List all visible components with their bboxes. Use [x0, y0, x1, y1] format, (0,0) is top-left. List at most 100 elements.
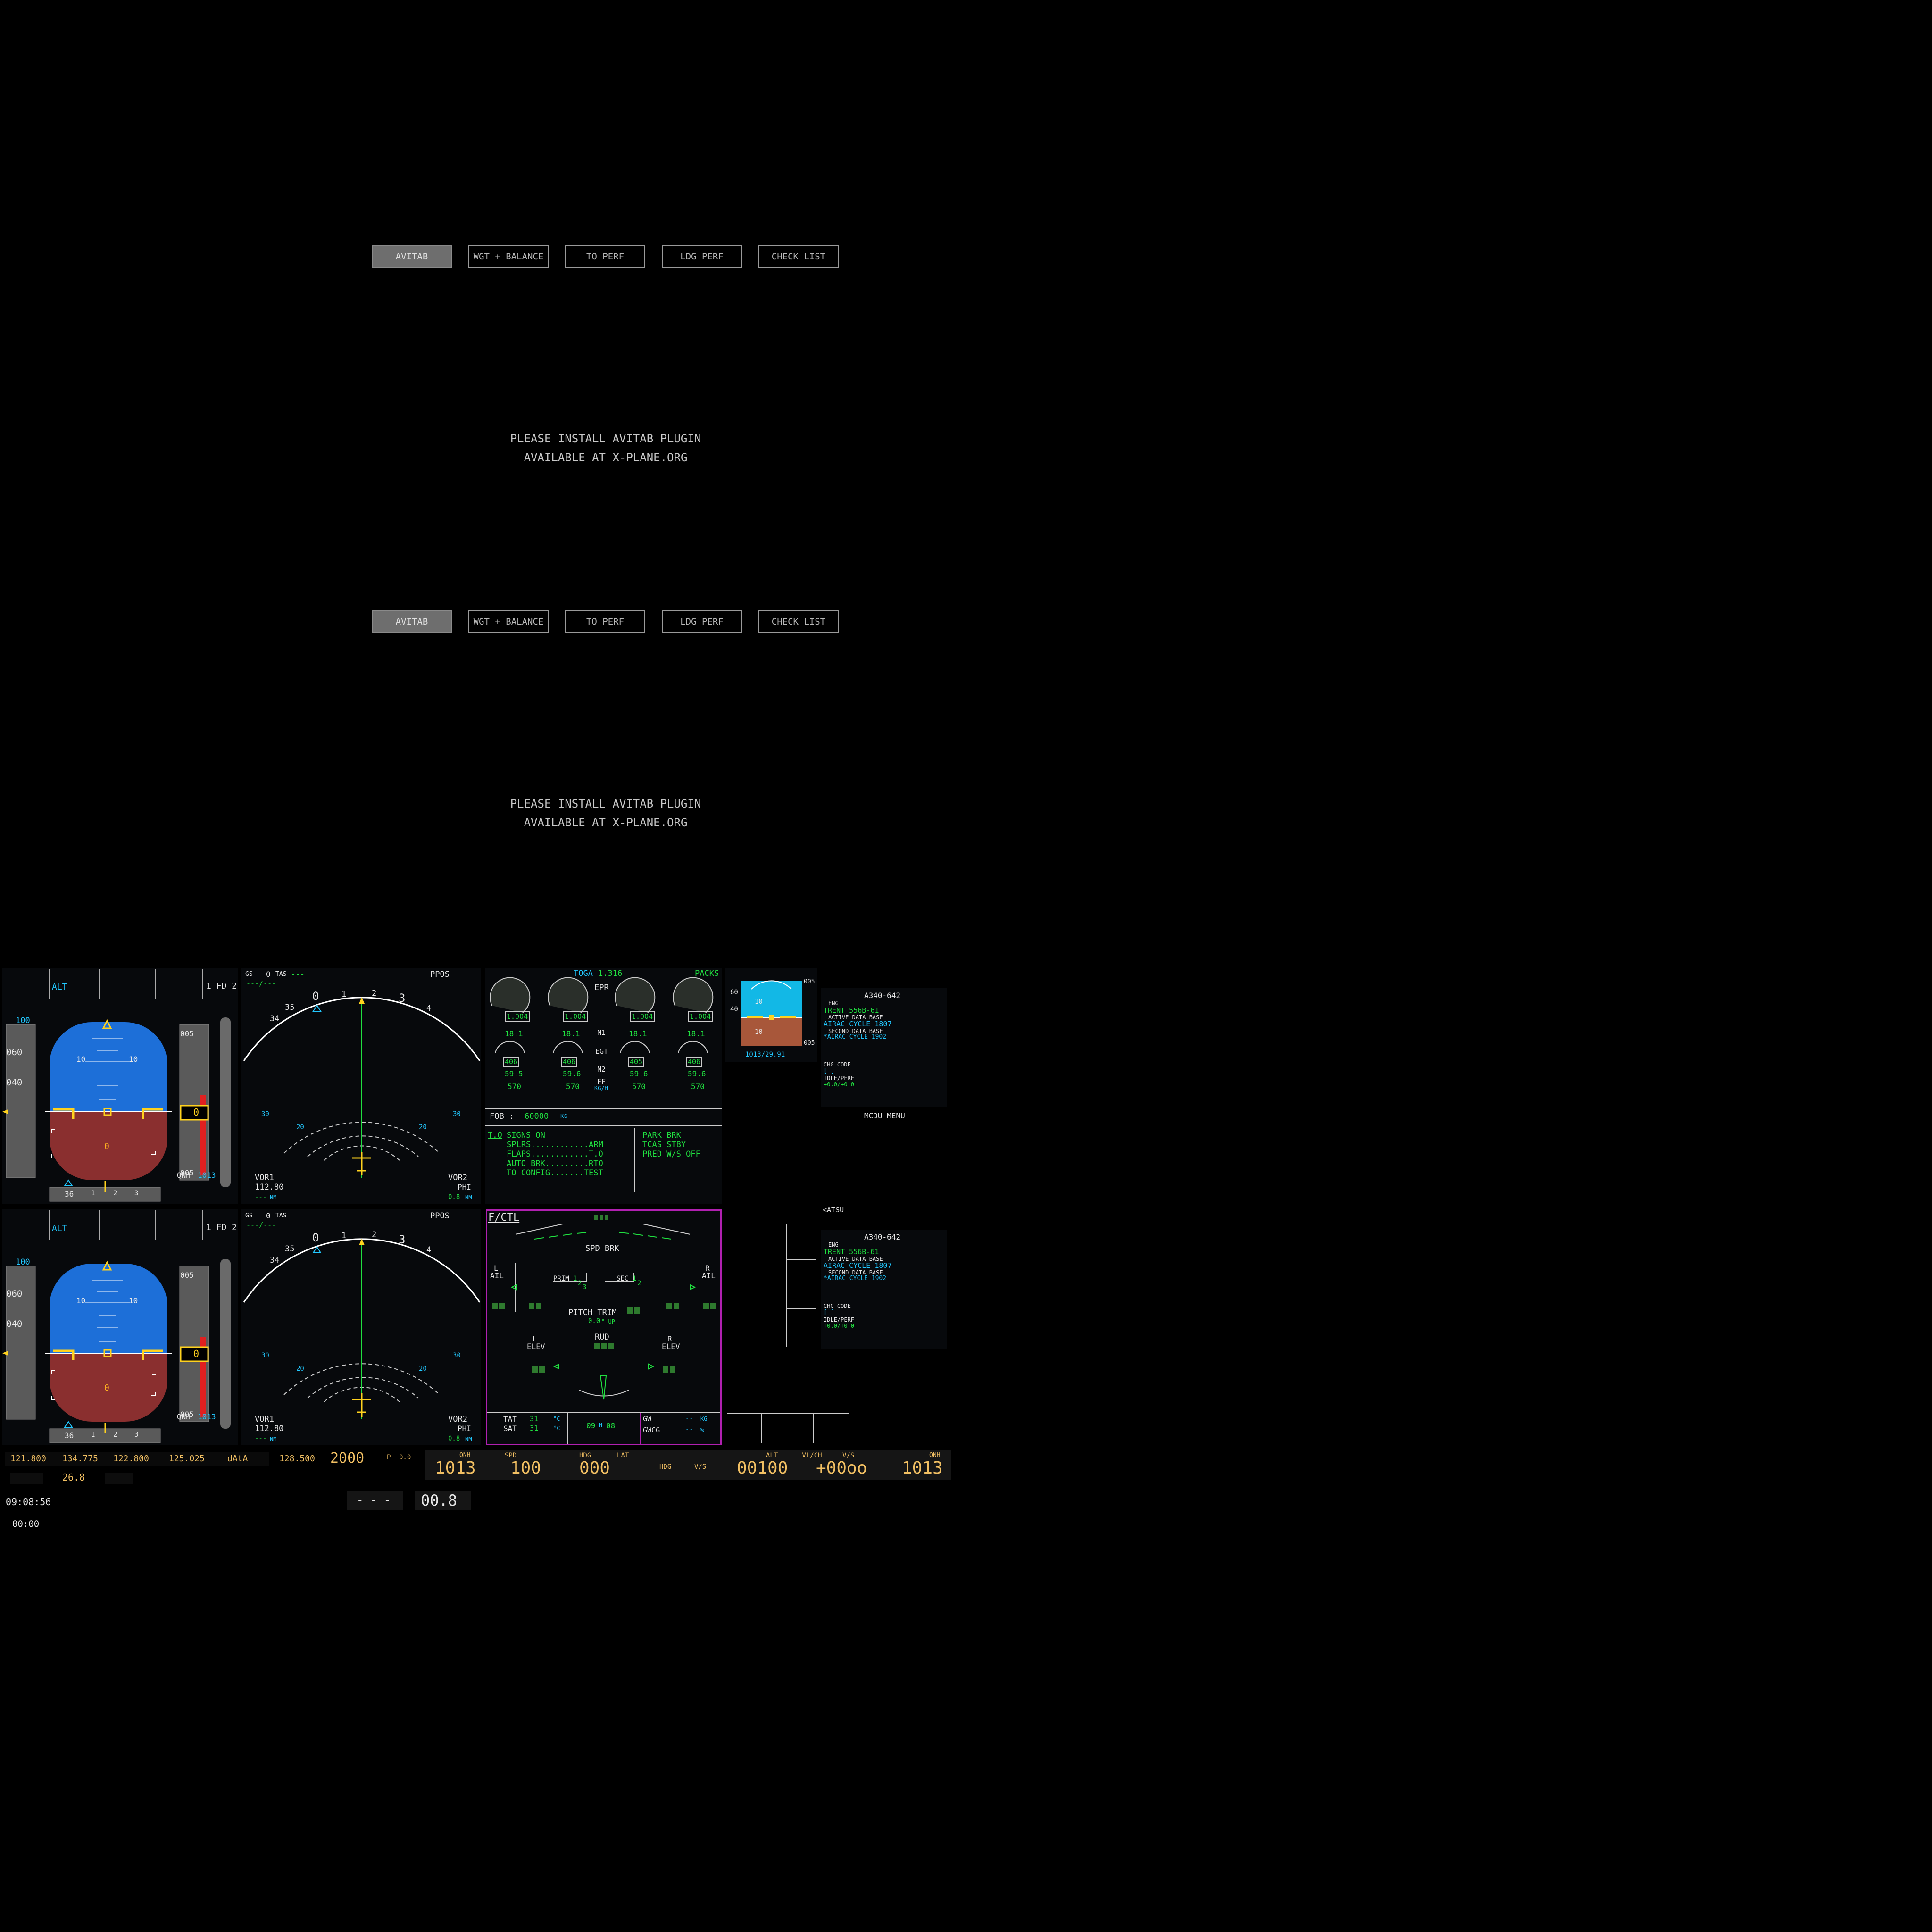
- vor2-label: VOR2: [448, 1173, 467, 1183]
- vhf1-freq[interactable]: 121.800: [10, 1454, 46, 1464]
- range-30-left: 30: [261, 1352, 269, 1359]
- compass-34: 34: [270, 1014, 280, 1024]
- ff-unit: KG/H: [594, 1085, 608, 1091]
- isis-alt-005-lower: 005: [804, 1040, 815, 1047]
- fcu-baro-left[interactable]: 1013: [435, 1458, 476, 1478]
- vhf3-freq[interactable]: 122.800: [113, 1454, 149, 1464]
- fcu-altitude[interactable]: 00100: [737, 1458, 788, 1478]
- rmp-standby-freq[interactable]: 128.500: [279, 1454, 315, 1464]
- prim-label: PRIM: [553, 1275, 569, 1282]
- alt-current: 0: [193, 1107, 200, 1118]
- rud-label: RUD: [595, 1332, 609, 1342]
- vor2-dist: 0.8: [448, 1193, 460, 1201]
- tab-wgt-balance[interactable]: WGT + BALANCE: [468, 245, 549, 268]
- range-20-left: 20: [296, 1365, 304, 1373]
- transponder-code[interactable]: 2000: [330, 1450, 364, 1466]
- ecam-engine-warning-display: TOGA 1.316 PACKS EPR 1.004 1.004 1.004 1…: [485, 968, 722, 1204]
- spd-brk-label: SPD BRK: [585, 1244, 619, 1253]
- pfd-captain: ALT 1 FD 2 100 060 040 10 10 005 005 0 0…: [2, 968, 238, 1204]
- fcu-qnh-label-right: QNH: [929, 1452, 941, 1459]
- fcu-lat-label: LAT: [617, 1452, 629, 1459]
- mcdu-idle-value: +0.0/+0.0: [824, 1323, 855, 1329]
- vor1-dist: ---: [255, 1193, 267, 1201]
- fcu-heading[interactable]: 000: [579, 1458, 610, 1478]
- egt-4: 406: [686, 1057, 703, 1067]
- compass-1: 1: [341, 990, 347, 999]
- fma-alt: ALT: [52, 1224, 67, 1233]
- dme-value: 00.8: [421, 1491, 458, 1509]
- fcu-speed[interactable]: 100: [510, 1458, 541, 1478]
- alt-005-upper: 005: [180, 1029, 194, 1038]
- tab-to-perf[interactable]: TO PERF: [565, 245, 645, 268]
- fcu-panel: QNH 1013 SPD 100 HDG LAT 000 HDG V/S ALT…: [425, 1450, 951, 1480]
- mcdu-chg-value[interactable]: [ ]: [824, 1309, 834, 1316]
- range-30-right: 30: [453, 1352, 461, 1359]
- utc-hsep: H: [599, 1422, 602, 1429]
- tab-avitab[interactable]: AVITAB: [372, 245, 452, 268]
- fcu-vertical-speed[interactable]: +00oo: [816, 1458, 867, 1478]
- tab-wgt-balance[interactable]: WGT + BALANCE: [468, 610, 549, 633]
- tab-check-list[interactable]: CHECK LIST: [758, 610, 839, 633]
- p-value: 0.0: [399, 1454, 411, 1461]
- mcdu-2-lower-bracket: [727, 1413, 849, 1443]
- ff-2: 570: [566, 1082, 580, 1091]
- fd-indicator: 1 FD 2: [206, 981, 237, 991]
- compass-1: 1: [341, 1231, 347, 1241]
- ff-4: 570: [691, 1082, 705, 1091]
- compass-4: 4: [426, 1004, 432, 1013]
- mcdu-engine: TRENT 556B-61: [824, 1248, 879, 1256]
- memo-toconfig: TO CONFIG.......TEST: [507, 1168, 603, 1178]
- tat-value: 31: [530, 1415, 539, 1423]
- mcdu-eng-label: ENG: [828, 1000, 839, 1007]
- gs-label: GS: [245, 971, 253, 978]
- nd-first-officer: GS 0 TAS --- ---/--- PPOS 34 35 0 1 2 3 …: [242, 1209, 481, 1445]
- blank-lcd-1: [10, 1473, 43, 1484]
- gwcg-value: --: [685, 1426, 693, 1433]
- packs-label: PACKS: [695, 969, 719, 978]
- mcdu-menu-label[interactable]: MCDU MENU: [864, 1111, 905, 1120]
- ff-3: 570: [632, 1082, 646, 1091]
- tas-value: ---: [291, 1211, 305, 1220]
- tab-check-list[interactable]: CHECK LIST: [758, 245, 839, 268]
- tab-ldg-perf[interactable]: LDG PERF: [662, 245, 742, 268]
- isis-speed-40: 40: [730, 1006, 738, 1013]
- vhf2-freq[interactable]: 134.775: [62, 1454, 98, 1464]
- mcdu-idle-perf: IDLE/PERF: [824, 1075, 855, 1082]
- rmp-mode[interactable]: dAtA: [227, 1454, 248, 1464]
- tat-label: TAT: [503, 1415, 517, 1424]
- nd-mode: PPOS: [430, 1211, 450, 1221]
- compass-34: 34: [270, 1256, 280, 1265]
- speed-040: 040: [6, 1077, 23, 1088]
- mcdu-chg-value[interactable]: [ ]: [824, 1067, 834, 1074]
- vor2-unit: NM: [465, 1436, 472, 1442]
- range-20-left: 20: [296, 1124, 304, 1131]
- toga-value: 1.316: [598, 969, 623, 978]
- n1-3: 18.1: [629, 1029, 647, 1038]
- fcu-baro-right[interactable]: 1013: [902, 1458, 943, 1478]
- chrono-clock: 09:08:56: [6, 1496, 51, 1507]
- memo-flaps: FLAPS............T.O: [507, 1149, 603, 1159]
- compass-35: 35: [285, 1244, 295, 1254]
- egt-2: 406: [561, 1057, 578, 1067]
- tab-avitab[interactable]: AVITAB: [372, 610, 452, 633]
- adf-value[interactable]: 26.8: [62, 1472, 85, 1483]
- tab-ldg-perf[interactable]: LDG PERF: [662, 610, 742, 633]
- vor2-id: PHI: [458, 1424, 471, 1433]
- tab-to-perf[interactable]: TO PERF: [565, 610, 645, 633]
- hdg-1: 1: [91, 1431, 95, 1439]
- sec-2: 2: [637, 1280, 641, 1287]
- sec-1: 1: [633, 1275, 637, 1282]
- tas-value: ---: [291, 970, 305, 979]
- rmp-active-freq[interactable]: 125.025: [169, 1454, 205, 1464]
- mcdu-airac-active: AIRAC CYCLE 1807: [824, 1020, 892, 1028]
- pitch-label-left: 10: [76, 1055, 86, 1064]
- pitch-label-right: 10: [129, 1055, 138, 1064]
- range-20-right: 20: [419, 1124, 427, 1131]
- atsu-prompt[interactable]: <ATSU: [823, 1206, 844, 1214]
- pfd-graphics: [2, 969, 231, 1202]
- mcdu-title: A340-642: [864, 1232, 901, 1241]
- tas-label: TAS: [275, 1212, 287, 1219]
- sec-label: SEC: [616, 1275, 629, 1282]
- mcdu-chg-code: CHG CODE: [824, 1061, 851, 1068]
- fob-value: 60000: [525, 1112, 549, 1121]
